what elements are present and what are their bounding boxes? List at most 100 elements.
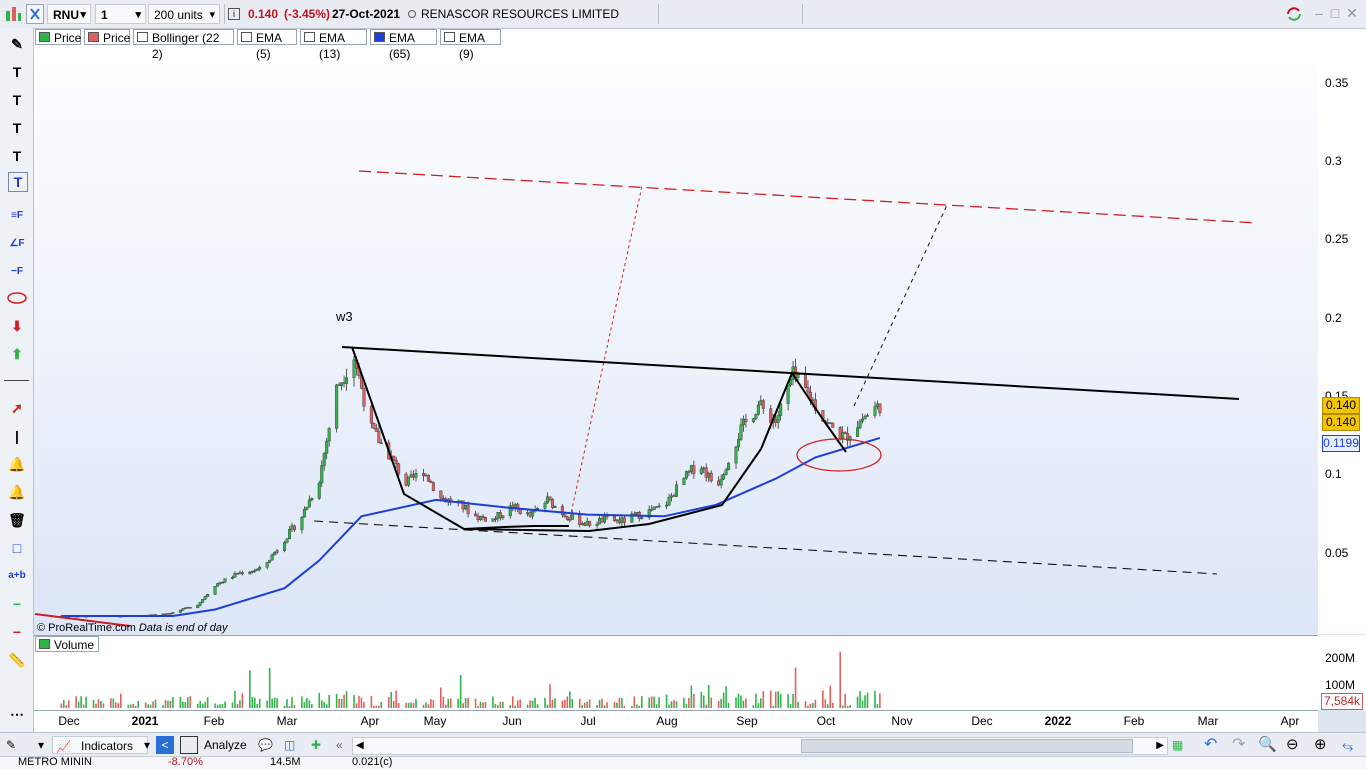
close-icon[interactable]: ✕ — [1344, 5, 1360, 21]
volume-bar — [876, 704, 879, 708]
volume-bar — [338, 698, 340, 708]
multi-tool-icon[interactable]: a+b — [5, 564, 29, 588]
alert-cursor-icon[interactable]: 🔔 — [5, 480, 29, 504]
candle — [424, 474, 428, 477]
volume-bar — [511, 696, 514, 708]
volume-bar — [355, 703, 358, 708]
legend-item[interactable]: Price — [84, 29, 130, 45]
candle — [178, 610, 182, 613]
text-box-icon[interactable]: T — [8, 172, 28, 192]
dropdown-arrow-icon[interactable]: ▾ — [38, 736, 44, 754]
text-tool-icon[interactable]: T — [5, 144, 29, 168]
candle — [603, 515, 607, 523]
sell-arrow-icon[interactable]: ⬇ — [5, 314, 29, 338]
scroll-right-arrow[interactable]: ▶ — [1156, 738, 1164, 754]
zoom-box-icon[interactable]: 🔍 — [1258, 736, 1277, 754]
redo-icon[interactable]: ↷ — [1232, 736, 1245, 754]
analyze-button[interactable]: Analyze — [180, 736, 247, 754]
legend-item[interactable]: Bollinger (22 2) — [133, 29, 234, 61]
candle — [342, 382, 346, 384]
zoom-out-icon[interactable]: ⊖ — [1286, 736, 1299, 754]
candle — [325, 440, 329, 454]
more-tools-icon[interactable]: ⋯ — [5, 702, 29, 726]
candle — [828, 422, 832, 424]
candle — [377, 431, 381, 444]
text-tool-icon[interactable]: T — [5, 116, 29, 140]
scroll-left-icon[interactable]: « — [336, 736, 343, 754]
fib-fan-icon[interactable]: ∠F — [5, 232, 29, 256]
candle — [528, 512, 532, 517]
legend-item[interactable]: EMA (9) — [440, 29, 501, 61]
sync-icon[interactable] — [1284, 5, 1304, 23]
alert-bell-icon[interactable]: 🔔 — [5, 452, 29, 476]
text-tool-icon[interactable]: T — [5, 60, 29, 84]
candle — [218, 582, 222, 584]
legend-item[interactable]: EMA (13) — [300, 29, 367, 61]
scroll-left-arrow[interactable]: ◀ — [356, 738, 364, 754]
ruler-icon[interactable]: 📏 — [5, 648, 29, 672]
indicators-button[interactable]: 📈 Indicators — [52, 736, 148, 754]
volume-bar — [831, 702, 834, 708]
compare-icon[interactable]: ◫ — [284, 736, 295, 754]
draw-icon[interactable]: ✎ — [6, 736, 28, 754]
maximize-icon[interactable]: □ — [1327, 5, 1343, 21]
vertical-line-icon[interactable]: | — [5, 424, 29, 448]
scroll-thumb[interactable] — [801, 739, 1133, 753]
info-icon[interactable]: i — [228, 8, 240, 20]
timeframe-dropdown[interactable]: 1 day — [95, 4, 146, 42]
legend-swatch — [39, 32, 50, 42]
fib-lines-icon[interactable]: −F — [5, 260, 29, 284]
zoom-in-icon[interactable]: ⊕ — [1314, 736, 1327, 754]
volume-bar — [561, 700, 564, 708]
fibonacci-icon[interactable]: ≡F — [5, 204, 29, 228]
candle — [372, 422, 376, 429]
minimize-icon[interactable]: – — [1311, 5, 1327, 21]
text-tool-icon[interactable]: T — [5, 88, 29, 112]
volume-bar — [75, 696, 77, 708]
volume-bar — [293, 704, 296, 708]
tools-icon[interactable]: ✚ — [311, 736, 321, 754]
legend-item[interactable]: Price — [35, 29, 81, 45]
price-chart[interactable]: w3 © ProRealTime.com Data is end of day — [34, 29, 1318, 634]
price-axis[interactable]: 0.35 0.3 0.25 0.2 0.15 0.1 0.05 0.140 0.… — [1318, 29, 1366, 634]
chat-icon[interactable]: 💬 — [258, 736, 273, 754]
volume-bar — [283, 705, 286, 708]
pencil-icon[interactable]: ✎ — [5, 32, 29, 56]
legend-item[interactable]: EMA (5) — [237, 29, 297, 61]
price-tick: 0.2 — [1325, 311, 1342, 325]
trendline-icon[interactable]: ➚ — [5, 396, 29, 420]
horizontal-scrollbar[interactable]: ◀ ▶ — [352, 737, 1168, 755]
volume-bar — [546, 704, 549, 708]
legend-item[interactable]: EMA (65) — [370, 29, 437, 61]
volume-bar — [172, 697, 174, 708]
ellipse-icon[interactable] — [5, 286, 29, 310]
time-axis[interactable]: Dec 2021 Feb Mar Apr May Jun Jul Aug Sep Oct Nov Dec… — [34, 710, 1318, 733]
status-dot-icon — [408, 10, 416, 18]
watch-name[interactable]: METRO MININ — [18, 756, 92, 768]
line-green-icon[interactable]: − — [5, 592, 29, 616]
candle — [491, 518, 495, 522]
drawing-toolbar: ✎ T T T T T ≡F ∠F −F ⬇ ⬆ ➚ | 🔔 🔔 🗑 □ a+b… — [0, 28, 34, 732]
units-dropdown[interactable]: 200 units — [148, 4, 220, 25]
dropdown-arrow-icon[interactable]: ▾ — [144, 736, 150, 754]
volume-legend[interactable]: Volume — [35, 636, 100, 652]
rectangle-select-icon[interactable]: □ — [5, 536, 29, 560]
volume-bar — [700, 691, 703, 708]
chart-settings-icon[interactable]: ▦ — [1172, 736, 1183, 754]
candle — [657, 505, 661, 508]
undo-icon[interactable]: ↶ — [1204, 736, 1217, 754]
buy-arrow-icon[interactable]: ⬆ — [5, 342, 29, 366]
volume-pane[interactable]: Volume — [34, 635, 1318, 710]
share-icon[interactable]: < — [156, 736, 174, 754]
symbol-dropdown[interactable]: RNU — [47, 4, 91, 25]
ruler-measure-icon[interactable]: ⥃ — [1342, 736, 1353, 754]
volume-bar — [375, 705, 378, 708]
volume-bar — [762, 691, 765, 708]
candle — [168, 613, 172, 615]
candle — [759, 400, 763, 406]
trash-icon[interactable]: 🗑 — [5, 508, 29, 532]
volume-bar — [405, 702, 407, 708]
volume-tick: 200M — [1325, 651, 1356, 665]
line-red-icon[interactable]: − — [5, 620, 29, 644]
link-icon[interactable] — [26, 4, 44, 24]
